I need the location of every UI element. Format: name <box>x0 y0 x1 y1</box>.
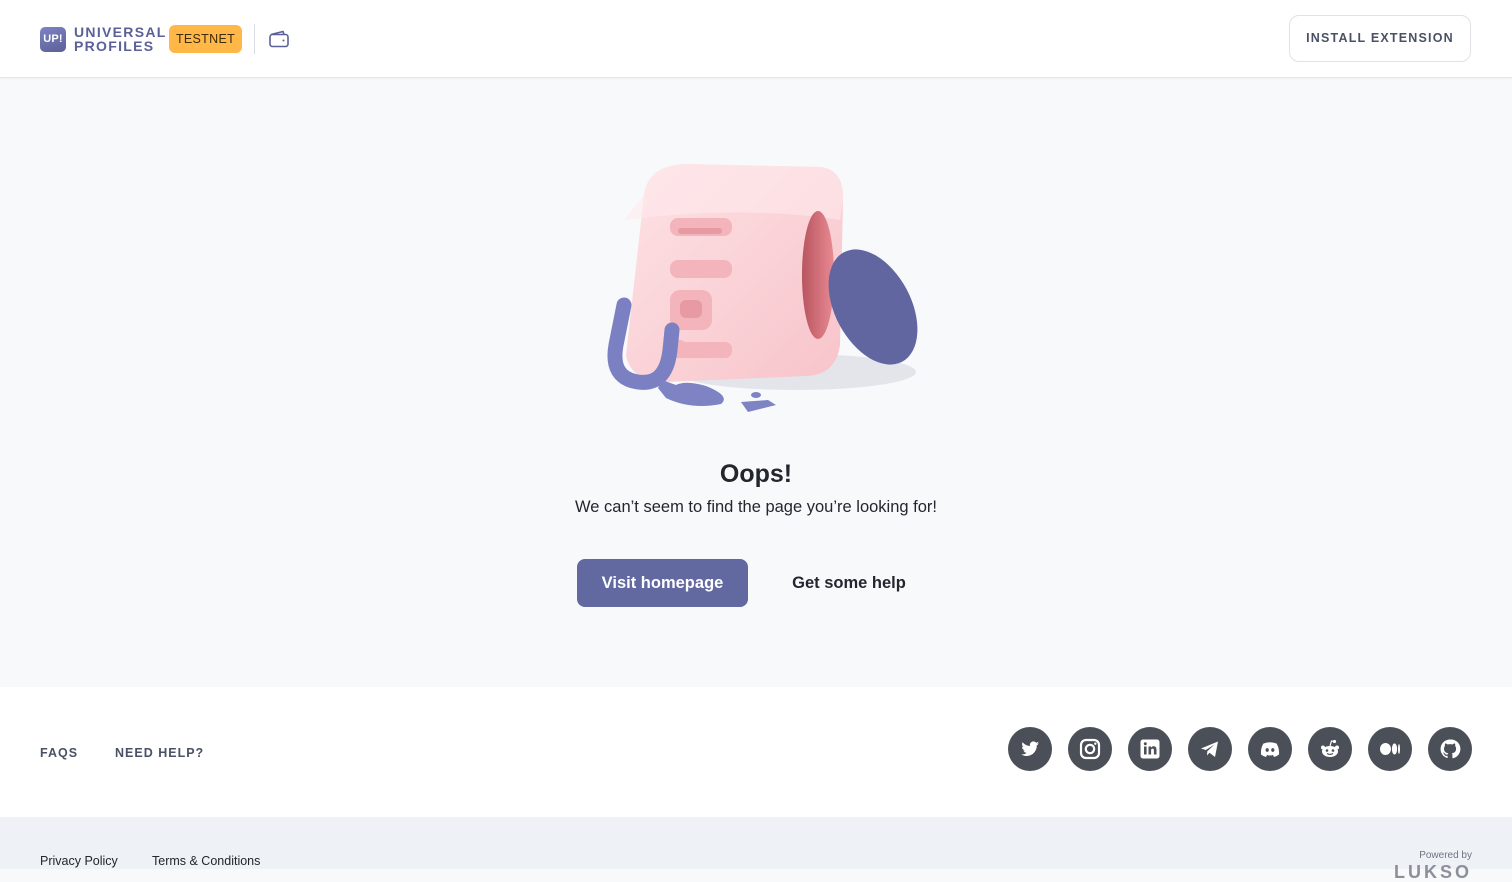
twitter-icon[interactable] <box>1008 727 1052 771</box>
error-illustration <box>596 150 926 425</box>
top-bar: UP! UNIVERSAL PROFILES TESTNET INSTALL E… <box>0 0 1512 78</box>
footer: FAQS NEED HELP? <box>0 687 1512 817</box>
privacy-policy-link[interactable]: Privacy Policy <box>40 854 118 868</box>
logo-line-1: UNIVERSAL <box>74 24 167 40</box>
logo-wordmark[interactable]: UNIVERSAL PROFILES <box>74 25 167 53</box>
wallet-icon[interactable] <box>267 27 291 51</box>
legal-bar: Privacy Policy Terms & Conditions Powere… <box>0 817 1512 882</box>
linkedin-icon[interactable] <box>1128 727 1172 771</box>
logo-icon[interactable]: UP! <box>40 27 66 52</box>
lukso-logo[interactable]: LUKSO <box>1394 862 1472 882</box>
powered-by-label: Powered by <box>1419 850 1472 861</box>
visit-homepage-button[interactable]: Visit homepage <box>577 559 748 607</box>
discord-icon[interactable] <box>1248 727 1292 771</box>
get-help-link[interactable]: Get some help <box>778 559 920 607</box>
logo-line-2: PROFILES <box>74 38 155 54</box>
reddit-icon[interactable] <box>1308 727 1352 771</box>
medium-icon[interactable] <box>1368 727 1412 771</box>
terms-conditions-link[interactable]: Terms & Conditions <box>152 854 260 868</box>
error-subtitle: We can’t seem to find the page you’re lo… <box>575 498 937 516</box>
github-icon[interactable] <box>1428 727 1472 771</box>
header-divider <box>254 24 255 54</box>
faqs-link[interactable]: FAQS <box>40 745 78 761</box>
network-badge: TESTNET <box>169 25 242 53</box>
error-title: Oops! <box>719 460 793 488</box>
telegram-icon[interactable] <box>1188 727 1232 771</box>
instagram-icon[interactable] <box>1068 727 1112 771</box>
need-help-link[interactable]: NEED HELP? <box>115 745 204 761</box>
install-extension-button[interactable]: INSTALL EXTENSION <box>1289 15 1471 62</box>
